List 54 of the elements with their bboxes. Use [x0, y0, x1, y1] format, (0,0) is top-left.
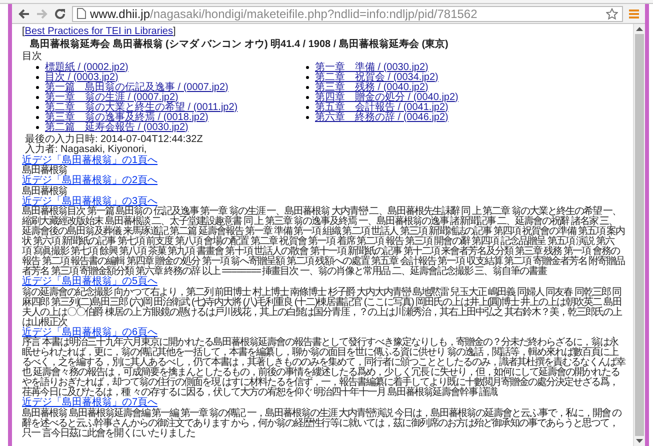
page-text: 島田蕃根翁目次 第一篇 島田翁の 伝記及逸事 第一章 翁の生涯 一、島田蕃根翁 大内青巒 二、島田蕃根先生誄辭 同 上 第二章 翁の大業と終生の希望 一、縮刷大藏經改版始末 島田蕃根談 二、太子堂建設趣意書 同 上 第三章 翁の逸事及終焉 一、島田蕃根翁の逸事 諸新聞記事 二、延壽會の祝辭 諸名家 三、延壽會後の島田翁及葬儀 来馬琢道記 第二篇 延壽會報告 第一章 準備 第一項 組織 第二項 世話人 第三項 新聞雑誌の記事 第四項 祝賀會の準備 第五項 案内状 第六項 新聞紙の記事 第七項 前支度 第八項 會場の配置 第二章 祝賀會 第一項 着席 第二項 報告 第三項 開會の辭 第四項 記念品贈呈 第五項 演説 第六項 寫眞撮影 第七項 餘興 第八項 茶菓 第九項 書畫會 第十項 世話人の散會 第十一項 新聞紙の記事 第十二項 来會者芳名及分類 第三章 残務 第一項 會務の報告 第二項 報告書の編輯 第四章 贈金の処分 第一項 翁へ寄贈呈額 第二項 残額への處置 第五章 会計報告 第一項 収支結算 第二項 寄贈金者芳名 附寄贈品者芳名 第三項 寄贈金額分類 第六章 終務の辞 以上 ======== 挿畫目次 一、翁の肖像と常用品 二、延壽會記念撮影 三、翁自筆の書畫	[22, 207, 626, 277]
book-title: 島田蕃根翁延寿会 島田蕃根翁 (シマダ バンコン オウ) 明41.4 / 1908 / 島田蕃根翁延寿会 (東京)	[30, 39, 450, 50]
bullet-icon	[306, 96, 309, 99]
back-icon[interactable]	[18, 8, 30, 20]
address-bar[interactable]: www.dhii.jp/nagasaki/hondigi/maketeifile.php?ndlid=info:ndljp/pid/781562	[72, 6, 623, 22]
toc-link[interactable]: 第一章 準備 / (0030.jp2)	[315, 62, 428, 72]
bullet-icon	[36, 126, 39, 129]
page-text: 島田蕃根翁 島田蕃根翁延壽會編 第一編 第一章 翁の傳記 一，島田蕃根翁の生涯 大内青巒演説 今日は，島田蕃根翁の延壽會と云ふ事で，私に，開會 の辭を述べると云ふ幹事さんからの御注文であります から，何か翁の経歴性行等に就いては，茲に御列席のお方は殆ど御承知の事であらうと思つて，只一 言今日茲に此會を開くにいたりました	[22, 408, 622, 438]
toc-link[interactable]: 第六章 終務の辞 / (0046.jp2)	[315, 112, 448, 122]
bullet-icon	[306, 76, 309, 79]
bullet-icon	[36, 106, 39, 109]
tei-link[interactable]: Best Practices for TEI in Libraries	[24, 26, 173, 37]
toc-link[interactable]: 第一章 翁の生涯 / (0007.jp2)	[45, 92, 178, 102]
reload-icon[interactable]	[54, 8, 66, 20]
page-text: 島田蕃根翁	[22, 186, 68, 196]
toc-link[interactable]: 第一篇 島田翁の伝記及逸事 / (0007.jp2)	[45, 82, 228, 92]
bullet-icon	[36, 86, 39, 89]
toc-link[interactable]: 第三章 翁の逸事及終焉 / (0018.jp2)	[45, 112, 208, 122]
bullet-icon	[306, 116, 309, 119]
bracket: ]	[172, 26, 176, 37]
toc-link[interactable]: 第五章 会計報告 / (0041.jp2)	[315, 102, 448, 112]
bullet-icon	[36, 66, 39, 69]
page-text: 翁の延壽會の紀念撮影 向かつて右より，第二列 前田博士 村上博士 南條博士 杉子爵 大内大内青巒 島地黙雷 兒玉大正 嶋田義 同婦人 同友春 同乾三郎 同麻四郎 第三列(二)島田三郎 (六)岡 田治衛武 (七)寺内大將 (八)毛利重良 (十二)棟居書記官 (ここに写真) 岡田氏の上は井上(圓)博士 井上の上は朝吹英二 島田夫人の上は〇〇伯爵 棟居の上 方眼鏡の懸けるは戸川残花，其上の白髭は国分青厓，？の上は川瀬秀治，其右上田中弘之 其右鈴木？美，乾三郎氏の上は山根正次	[22, 288, 623, 328]
bullet-icon	[36, 116, 39, 119]
bullet-icon	[36, 76, 39, 79]
bullet-icon	[306, 106, 309, 109]
page-icon	[77, 8, 86, 19]
bullet-icon	[36, 96, 39, 99]
toc-heading: 目次	[22, 52, 43, 62]
page-link[interactable]: 近デジ「島田蕃根翁」の3頁へ	[22, 196, 158, 207]
scrollbar[interactable]	[633, 24, 645, 446]
toc-link[interactable]: 標題紙 / (0002.jp2)	[45, 62, 128, 72]
menu-icon[interactable]	[629, 8, 639, 18]
toc-link[interactable]: 第二章 翁の大業と終生の希望 / (0011.jp2)	[45, 102, 238, 112]
page-link[interactable]: 近デジ「島田蕃根翁」の2頁へ	[22, 176, 158, 186]
author-text: 入力者: Nagasaki, Kiyonori,	[25, 145, 148, 155]
toc-link[interactable]: 第二篇 延寿会報告 / (0030.jp2)	[45, 122, 188, 132]
toc-link[interactable]: 第三章 残務 / (0040.jp2)	[315, 82, 428, 92]
page-text: 序言 本書は明治三十九年六月東京に開かれたる島田蕃根翁延壽會の報告書として發行すべき豫定なりしも，寄贈金の？分未だ終わらざるに，翁は永眠せられたれば，更に，翁の傳記其他を一括して，本書を編纂し，聊か翁の面目を世に傳ふる資に供せり 翁の逸話，閲話等，輯め來れば數百頁に上るべく，之を編する，別に其人あるべし，仍て本書は，其著しきもののみを集めて，同行者に頒つこととしたるのみ，識者其杜撰を責むるなくんば幸也 延壽會々務の報告は，可成簡要を擒まんとしたるもの，前後の事情を縷述したる爲め，少しく冗長 に失せり，但，如何にして延壽會の開かれたるやを語りおぎたれば，却つて翁の住行の側面を現 はすに材料たるを信ず，一，報告書編纂に着手してより既に十數閲月寄贈金の處分決定せざる爲，荏苒今日に及びたるは，種 々の存するに因る，伏して大方の宥恕を仰ぐ 明治四十年十一月 島田蕃根翁延壽會幹事 謹識	[22, 338, 626, 398]
page-link[interactable]: 近デジ「島田蕃根翁」の1頁へ	[22, 156, 158, 166]
bullet-icon	[306, 66, 309, 69]
last-modified-text: 最後の入力日時: 2014-07-04T12:44:32Z	[25, 134, 204, 144]
page-text: 島田蕃根翁	[22, 166, 68, 176]
toc-link[interactable]: 第四章 贈金の処分 / (0040.jp2)	[315, 92, 458, 102]
bullet-icon	[306, 86, 309, 89]
toc-link[interactable]: 目次 / (0003.jp2)	[45, 72, 118, 82]
bracket: [	[22, 26, 25, 37]
page-link[interactable]: 近デジ「島田蕃根翁」の7頁へ	[22, 398, 158, 408]
page-link[interactable]: 近デジ「島田蕃根翁」の5頁へ	[22, 277, 158, 288]
star-icon[interactable]	[606, 8, 618, 20]
page-link[interactable]: 近デジ「島田蕃根翁」の6頁へ	[22, 328, 158, 338]
url-text: www.dhii.jp/nagasaki/hondigi/maketeifile.php?ndlid=info:ndljp/pid/781562	[90, 6, 478, 22]
scrollbar-thumb[interactable]	[635, 34, 644, 436]
toc-link[interactable]: 第二章 祝賀会 / (0034.jp2)	[315, 72, 438, 82]
